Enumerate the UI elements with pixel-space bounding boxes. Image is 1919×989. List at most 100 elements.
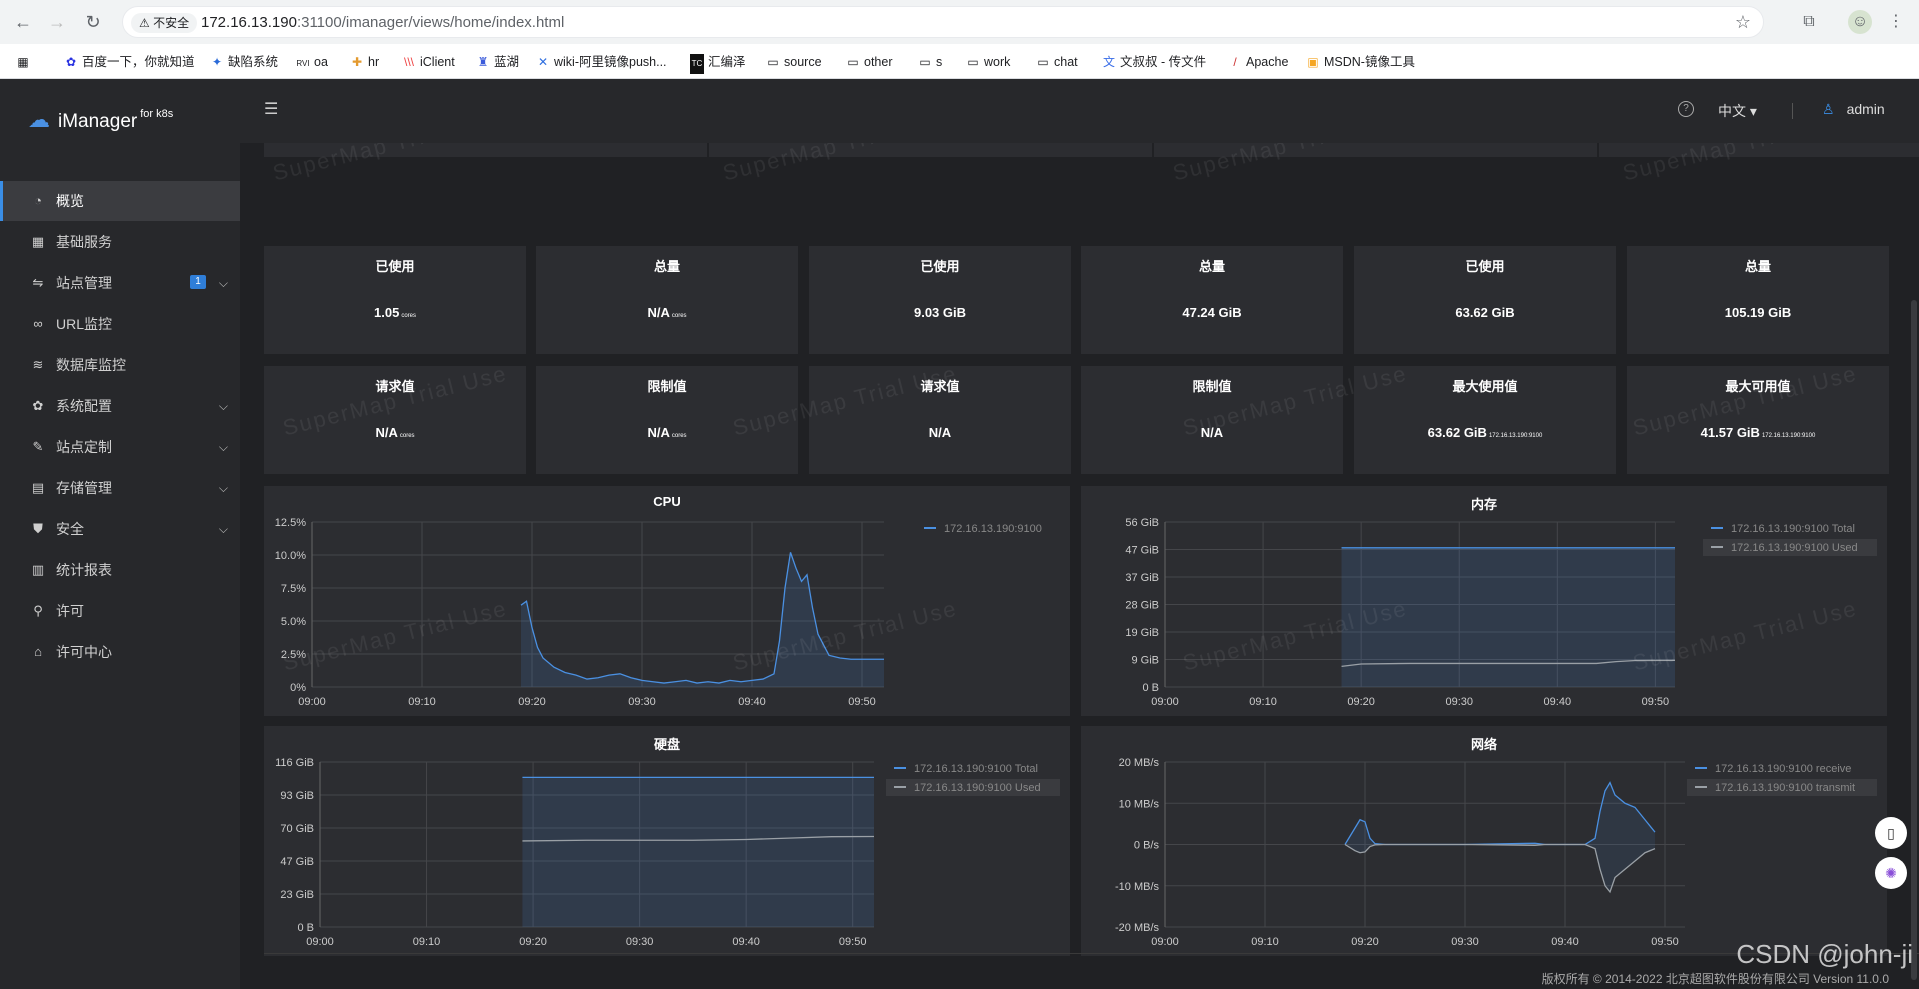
bookmark-folder[interactable]: ▭ s [918, 52, 942, 72]
y-tick-label: 37 GiB [1125, 572, 1159, 584]
bookmark-item[interactable]: RVI oa [296, 52, 328, 72]
sidebar-item[interactable]: ✎ 站点定制 ⌵ [0, 427, 240, 467]
y-tick-label: -10 MB/s [1115, 881, 1160, 893]
wrench-icon: ✎ [32, 439, 44, 454]
bookmark-label: MSDN-镜像工具 [1324, 55, 1415, 69]
sidebar-item[interactable]: ⛊ 安全 ⌵ [0, 509, 240, 549]
help-icon[interactable]: ? [1678, 101, 1694, 117]
bookmark-label: oa [314, 55, 328, 69]
url-host: 172.16.13.190 [201, 14, 297, 31]
y-tick-label: 0 B [297, 922, 314, 934]
shield-icon: ⛊ [33, 521, 43, 536]
sidebar-item[interactable]: ◔ 概览 [0, 181, 240, 221]
address-bar[interactable]: ⚠ 不安全 172.16.13.190:31100/imanager/views… [122, 6, 1764, 38]
legend-label[interactable]: 172.16.13.190:9100 [944, 523, 1042, 535]
chevron-down-icon[interactable]: ⌵ [219, 509, 228, 549]
y-tick-label: 10 MB/s [1119, 798, 1160, 810]
stat-label: 总量 [1744, 259, 1771, 274]
user-menu[interactable]: ♙ admin [1822, 101, 1885, 118]
share-icon: ⇋ [32, 275, 44, 290]
sidebar-item[interactable]: ∞ URL监控 [0, 304, 240, 344]
bookmark-folder[interactable]: ▭ work [966, 52, 1010, 72]
stat-number: N/A [375, 425, 398, 440]
x-tick-label: 09:20 [1351, 936, 1379, 948]
x-tick-label: 09:40 [1551, 936, 1579, 948]
sidebar-item-label: 站点管理 [56, 275, 112, 291]
legend-label[interactable]: 172.16.13.190:9100 Used [1731, 542, 1858, 554]
bookmark-label: chat [1054, 55, 1078, 69]
y-tick-label: 116 GiB [275, 757, 314, 769]
chart-svg: 0 B 9 GiB 19 GiB 28 GiB 37 GiB 47 GiB 56 GiB 09… [1125, 517, 1877, 708]
legend-label[interactable]: 172.16.13.190:9100 transmit [1715, 782, 1855, 794]
sidebar-item-label: 存储管理 [56, 480, 112, 496]
legend-label[interactable]: 172.16.13.190:9100 receive [1715, 763, 1851, 775]
stat-card: 已使用 63.62 GiB [1354, 246, 1616, 354]
stat-label: 已使用 [920, 259, 960, 274]
bookmark-star-icon[interactable]: ☆ [1735, 12, 1751, 33]
sidebar-item[interactable]: ▤ 存储管理 ⌵ [0, 468, 240, 508]
legend-label[interactable]: 172.16.13.190:9100 Used [914, 782, 1041, 794]
x-tick-label: 09:20 [1347, 696, 1375, 708]
security-chip[interactable]: ⚠ 不安全 [131, 13, 198, 33]
sidebar-item[interactable]: ≋ 数据库监控 [0, 345, 240, 385]
stat-value: N/A [809, 425, 1071, 440]
stat-number: N/A [647, 425, 670, 440]
x-tick-label: 09:00 [298, 696, 326, 708]
chart-svg: -20 MB/s -10 MB/s 0 B/s 10 MB/s 20 MB/s 09:00… [1115, 757, 1877, 948]
chevron-down-icon[interactable]: ⌵ [219, 427, 228, 467]
back-icon[interactable]: ← [12, 11, 34, 33]
app-logo[interactable]: ☁ iManager for k8s [28, 99, 173, 132]
bookmark-item[interactable]: 文文叔叔 - 传文件 [1102, 52, 1206, 72]
reload-icon[interactable]: ↻ [82, 11, 104, 33]
browser-menu-icon[interactable]: ⋮ [1884, 10, 1908, 34]
bookmark-item[interactable]: / Apache [1228, 52, 1288, 72]
sidebar-item[interactable]: ▥ 统计报表 [0, 550, 240, 590]
sidebar-item[interactable]: ⇋ 站点管理 1 ⌵ [0, 263, 240, 303]
sidebar-item[interactable]: ⌂ 许可中心 [0, 632, 240, 672]
x-tick-label: 09:00 [306, 936, 334, 948]
apps-icon[interactable]: ▦ [16, 52, 34, 72]
chevron-down-icon[interactable]: ⌵ [219, 386, 228, 426]
chart-card: 硬盘 0 B 23 GiB 47 GiB 70 GiB 93 GiB 116 GiB 09:0… [264, 726, 1070, 956]
book-icon[interactable]: ▯ [1875, 817, 1907, 849]
assistant-icon[interactable]: ✺ [1875, 857, 1907, 889]
y-tick-label: -20 MB/s [1115, 922, 1160, 934]
chevron-down-icon[interactable]: ⌵ [219, 263, 228, 303]
bookmark-folder[interactable]: ▭ other [846, 52, 893, 72]
language-select[interactable]: 中文 ▾ [1718, 101, 1757, 121]
chevron-down-icon[interactable]: ⌵ [219, 468, 228, 508]
bookmark-item[interactable]: \\\ iClient [402, 52, 455, 72]
bookmark-label: hr [368, 55, 380, 69]
security-label: 不安全 [153, 16, 190, 30]
legend-label[interactable]: 172.16.13.190:9100 Total [914, 763, 1038, 775]
legend-label[interactable]: 172.16.13.190:9100 Total [1731, 523, 1855, 535]
profile-avatar-icon[interactable]: ☺ [1848, 10, 1872, 34]
collapse-menu-icon[interactable]: ☰ [264, 99, 278, 119]
forward-icon[interactable]: → [46, 11, 68, 33]
bookmark-item[interactable]: ✕ wiki-阿里镜像push... [536, 52, 667, 72]
bookmark-item[interactable]: ✦ 缺陷系统 [210, 52, 278, 72]
sidebar-item[interactable]: ⚲ 许可 [0, 591, 240, 631]
grid-icon: ▦ [31, 234, 45, 249]
bookmark-item[interactable]: ✿ 百度一下，你就知道 [64, 52, 195, 72]
bookmark-label: other [864, 55, 893, 69]
stat-number: 9.03 GiB [913, 305, 967, 320]
url-text: 172.16.13.190:31100/imanager/views/home/… [201, 7, 564, 39]
sidebar-item[interactable]: ✿ 系统配置 ⌵ [0, 386, 240, 426]
bookmark-folder[interactable]: ▭ chat [1036, 52, 1078, 72]
footer-divider [264, 953, 1919, 954]
user-name: admin [1846, 101, 1885, 117]
bookmark-item[interactable]: ✚ hr [350, 52, 379, 72]
bookmark-item[interactable]: TC 汇编泽 [690, 52, 746, 74]
stat-value: 1.05 cores [264, 305, 526, 320]
extensions-icon[interactable]: ⧉ [1797, 10, 1821, 34]
page-scrollbar[interactable] [1911, 300, 1917, 980]
sidebar-item[interactable]: ▦ 基础服务 [0, 222, 240, 262]
bookmark-folder[interactable]: ▭ source [766, 52, 821, 72]
bookmark-item[interactable]: ▣ MSDN-镜像工具 [1306, 52, 1415, 72]
dashboard-icon: ◔ [34, 193, 42, 208]
logo-text: iManager [58, 111, 138, 132]
bookmark-item[interactable]: ♜ 蓝湖 [476, 52, 519, 72]
gear-icon: ✿ [32, 398, 44, 413]
header-divider [1792, 103, 1793, 119]
